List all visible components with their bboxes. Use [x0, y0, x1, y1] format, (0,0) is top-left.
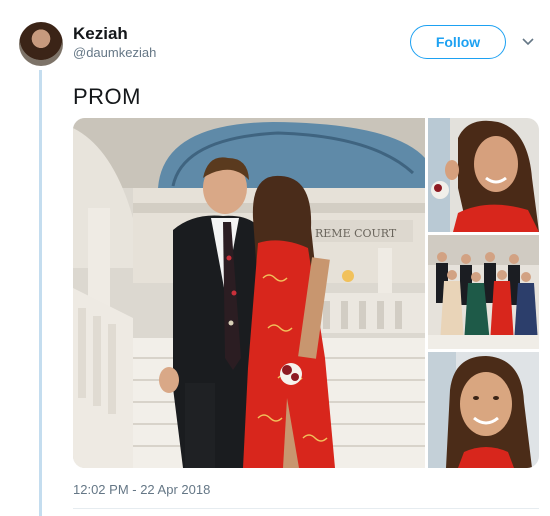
photo-main[interactable]: REME COURT	[73, 118, 425, 468]
photo-group[interactable]	[428, 235, 539, 349]
chevron-down-icon[interactable]	[520, 33, 536, 49]
divider	[73, 508, 539, 509]
wall-engraving: REME COURT	[315, 227, 397, 240]
photo-portrait[interactable]	[428, 352, 539, 468]
display-name[interactable]: Keziah	[73, 24, 128, 44]
media-grid: REME COURT	[73, 118, 539, 468]
photo-girl-closeup[interactable]	[428, 118, 539, 232]
tweet-timestamp[interactable]: 12:02 PM - 22 Apr 2018	[73, 482, 210, 497]
user-handle[interactable]: @daumkeziah	[73, 45, 156, 60]
follow-button[interactable]: Follow	[410, 25, 506, 59]
avatar[interactable]	[19, 22, 63, 66]
thread-line	[39, 70, 42, 516]
tweet-text: PROM	[73, 84, 141, 109]
